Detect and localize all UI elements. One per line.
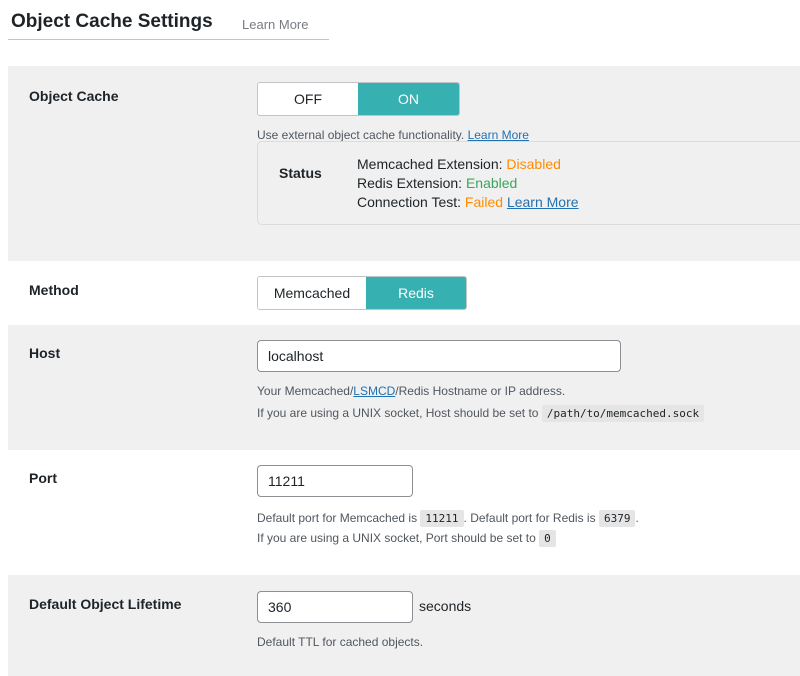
port-description-b: . Default port for Redis is — [463, 511, 596, 525]
connection-test-label: Connection Test: — [357, 194, 462, 210]
redis-extension-status: Redis Extension: Enabled — [357, 174, 579, 193]
object-cache-label: Object Cache — [29, 88, 119, 104]
redis-extension-label: Redis Extension: — [357, 175, 463, 191]
port-socket-hint: If you are using a UNIX socket, Port sho… — [257, 528, 556, 549]
connection-test-learn-more-link[interactable]: Learn More — [507, 194, 579, 210]
port-description-a: Default port for Memcached is — [257, 511, 418, 525]
port-socket-value: 0 — [539, 530, 556, 547]
host-description: Your Memcached/LSMCD/Redis Hostname or I… — [257, 381, 565, 401]
memcached-extension-label: Memcached Extension: — [357, 156, 503, 172]
status-panel: Status Memcached Extension: Disabled Red… — [257, 141, 800, 225]
method-row: Method Memcached Redis — [8, 261, 800, 325]
lsmcd-link[interactable]: LSMCD — [353, 384, 395, 398]
port-label: Port — [29, 470, 57, 486]
host-label: Host — [29, 345, 61, 361]
page-header: Object Cache Settings Learn More — [8, 0, 329, 40]
connection-test-value: Failed — [464, 194, 504, 210]
port-description-c: . — [635, 511, 639, 525]
method-memcached-button[interactable]: Memcached — [258, 277, 366, 309]
lifetime-description: Default TTL for cached objects. — [257, 635, 424, 649]
port-description: Default port for Memcached is 11211. Def… — [257, 508, 639, 529]
host-socket-text: If you are using a UNIX socket, Host sho… — [257, 406, 539, 420]
object-cache-row: Object Cache OFF ON Use external object … — [8, 66, 800, 261]
header-learn-more-link[interactable]: Learn More — [242, 17, 308, 32]
port-row: Port Default port for Memcached is 11211… — [8, 450, 800, 575]
lifetime-label: Default Object Lifetime — [29, 596, 182, 612]
object-cache-off-button[interactable]: OFF — [258, 83, 358, 115]
host-socket-hint: If you are using a UNIX socket, Host sho… — [257, 403, 705, 424]
lifetime-unit: seconds — [419, 598, 472, 614]
lifetime-row: Default Object Lifetime seconds Default … — [8, 575, 800, 676]
port-socket-text: If you are using a UNIX socket, Port sho… — [257, 531, 536, 545]
memcached-default-port: 11211 — [420, 510, 464, 527]
connection-test-status: Connection Test: Failed Learn More — [357, 193, 579, 212]
object-cache-toggle[interactable]: OFF ON — [257, 82, 460, 116]
method-label: Method — [29, 282, 79, 298]
lifetime-input[interactable] — [257, 591, 413, 623]
method-redis-button[interactable]: Redis — [366, 277, 466, 309]
status-label: Status — [279, 165, 322, 181]
method-toggle[interactable]: Memcached Redis — [257, 276, 467, 310]
host-input[interactable] — [257, 340, 621, 372]
host-description-prefix: Your Memcached/ — [257, 384, 354, 398]
object-cache-on-button[interactable]: ON — [358, 83, 459, 115]
host-row: Host Your Memcached/LSMCD/Redis Hostname… — [8, 325, 800, 450]
memcached-extension-status: Memcached Extension: Disabled — [357, 155, 579, 174]
redis-extension-value: Enabled — [465, 175, 518, 191]
redis-default-port: 6379 — [598, 510, 636, 527]
object-cache-learn-more-link[interactable]: Learn More — [468, 128, 529, 142]
status-lines: Memcached Extension: Disabled Redis Exte… — [357, 155, 579, 212]
host-description-suffix: /Redis Hostname or IP address. — [395, 384, 566, 398]
port-input[interactable] — [257, 465, 413, 497]
host-socket-value: /path/to/memcached.sock — [541, 405, 705, 422]
page-title: Object Cache Settings — [11, 11, 213, 32]
memcached-extension-value: Disabled — [506, 156, 561, 172]
object-cache-description-text: Use external object cache functionality. — [257, 128, 465, 142]
